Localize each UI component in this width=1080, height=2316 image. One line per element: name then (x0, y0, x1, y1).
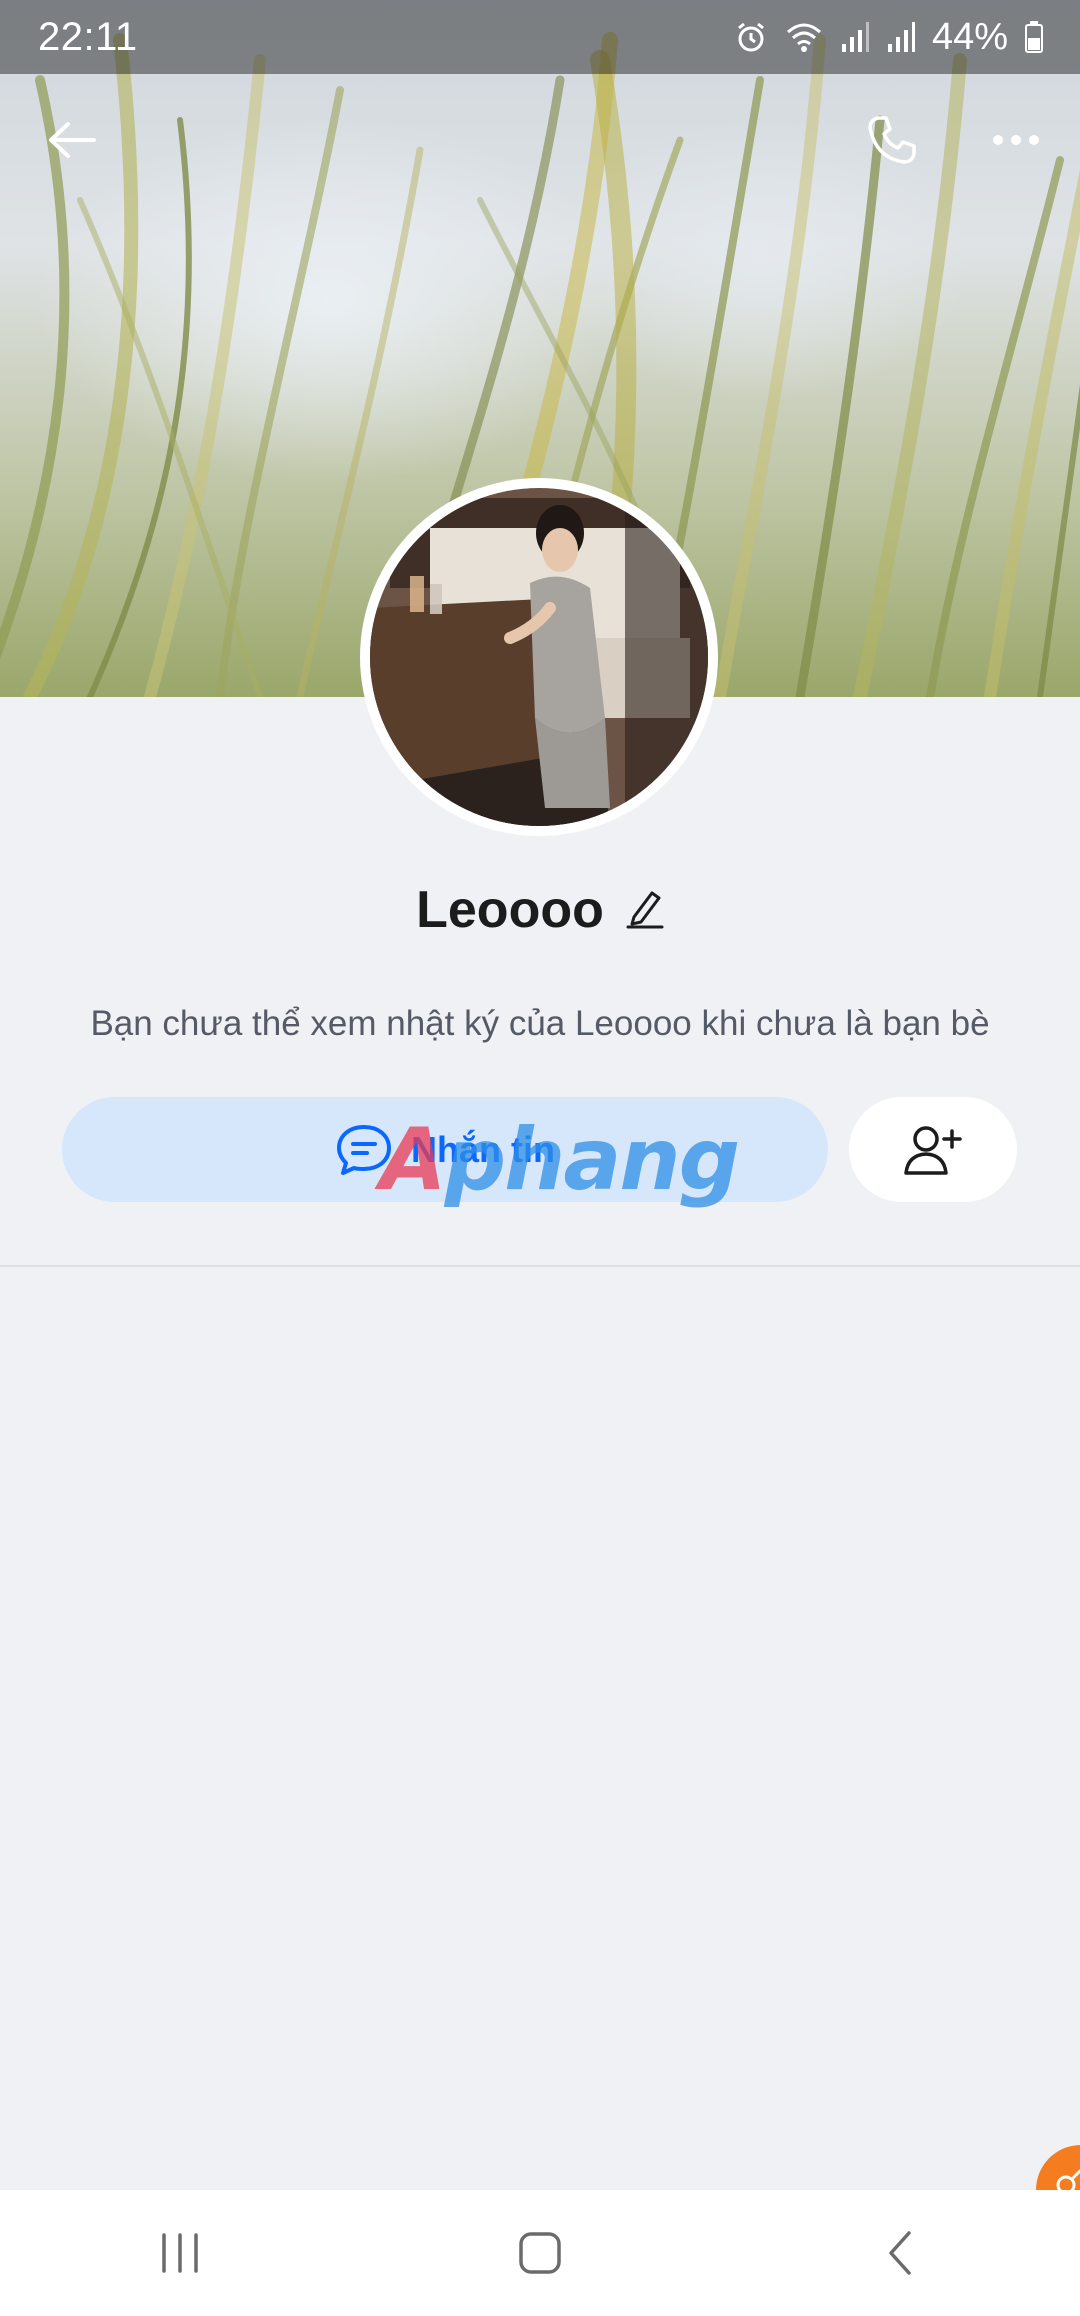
profile-name: Leoooo (416, 881, 604, 939)
add-friend-button[interactable] (849, 1097, 1017, 1202)
status-bar: 22:11 44% (0, 0, 1080, 74)
system-nav-bar (0, 2190, 1080, 2316)
add-user-icon (904, 1125, 962, 1175)
recent-apps-button[interactable] (120, 2213, 240, 2293)
status-icons: 44% (734, 16, 1044, 59)
pencil-icon (626, 891, 664, 928)
diary-privacy-notice: Bạn chưa thể xem nhật ký của Leoooo khi … (90, 1004, 990, 1043)
signal-icon (840, 20, 870, 54)
battery-icon (1024, 20, 1044, 54)
status-time: 22:11 (38, 14, 138, 59)
back-button[interactable] (40, 108, 104, 172)
recent-apps-icon (162, 2233, 198, 2273)
back-arrow-icon (49, 122, 96, 158)
home-icon (519, 2232, 561, 2274)
wifi-icon (784, 20, 824, 54)
more-options-button[interactable] (984, 108, 1048, 172)
battery-percent: 44% (931, 15, 1008, 58)
home-button[interactable] (480, 2213, 600, 2293)
back-icon (889, 2231, 911, 2275)
message-button[interactable]: Nhắn tin (62, 1097, 828, 1202)
call-button[interactable] (860, 108, 924, 172)
section-divider (0, 1265, 1080, 1267)
avatar-photo (370, 488, 708, 826)
profile-name-row: Leoooo (0, 872, 1080, 948)
message-button-label: Nhắn tin (411, 1128, 555, 1170)
chat-bubble-icon (337, 1124, 391, 1175)
signal-icon (886, 20, 916, 54)
alarm-icon (734, 20, 768, 54)
avatar-photo-art (370, 488, 708, 826)
edit-name-button[interactable] (626, 887, 664, 934)
more-icon (993, 135, 1039, 145)
phone-icon (868, 116, 916, 164)
avatar[interactable] (360, 478, 718, 836)
nav-back-button[interactable] (840, 2213, 960, 2293)
